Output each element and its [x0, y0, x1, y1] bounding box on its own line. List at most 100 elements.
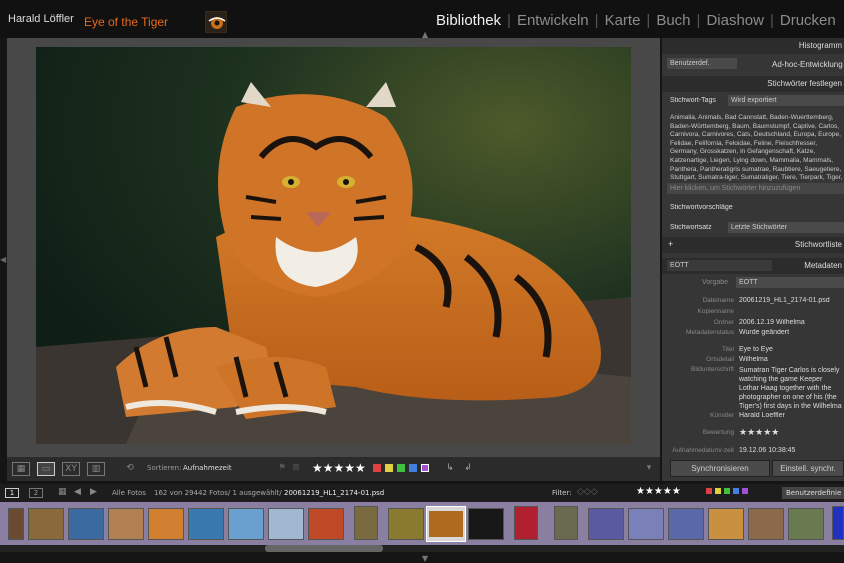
- source-label[interactable]: Alle Fotos: [112, 489, 146, 497]
- main-photo[interactable]: [36, 47, 631, 444]
- filmstrip-thumbnail[interactable]: [788, 508, 824, 540]
- filmstrip-scroll-track[interactable]: [0, 545, 844, 552]
- meta-label-capture-time: Aufnahmedatum/-zeit: [672, 447, 734, 454]
- synchronize-button[interactable]: Synchronisieren: [670, 460, 770, 477]
- rating-stars[interactable]: ★★★★★: [312, 461, 366, 475]
- meta-value-artist[interactable]: Harald Loeffler: [739, 412, 844, 419]
- filmstrip-thumbnail[interactable]: [554, 506, 578, 540]
- filmstrip-thumbnail[interactable]: [354, 506, 378, 540]
- filmstrip-thumbnail[interactable]: [28, 508, 64, 540]
- filmstrip-thumbnail[interactable]: [268, 508, 304, 540]
- metadata-preset-select[interactable]: EOTT: [736, 277, 844, 288]
- meta-label-filename: Dateiname: [702, 297, 734, 304]
- filmstrip-thumbnail[interactable]: [514, 506, 538, 540]
- filmstrip-thumbnail[interactable]: [832, 506, 844, 540]
- filmstrip-thumbnail[interactable]: [708, 508, 744, 540]
- flag-icon[interactable]: ⚑: [277, 462, 287, 476]
- sync-settings-button[interactable]: Einstell. synchr.: [772, 460, 844, 477]
- filter-label-yellow[interactable]: [715, 488, 721, 494]
- filmstrip-thumbnail[interactable]: [188, 508, 224, 540]
- metadata-preset-label: Vorgabe: [702, 279, 729, 286]
- rating-filter[interactable]: ★★★★★: [636, 486, 681, 497]
- rotate-left-icon[interactable]: ↳: [443, 462, 457, 476]
- color-label-red[interactable]: [373, 464, 381, 472]
- module-map[interactable]: Karte: [605, 12, 641, 29]
- color-label-yellow[interactable]: [385, 464, 393, 472]
- filmstrip-thumbnail[interactable]: [628, 508, 664, 540]
- keyword-suggestions-label[interactable]: Stichwortvorschläge: [670, 204, 733, 211]
- filmstrip-scrollbar[interactable]: [265, 545, 383, 552]
- color-label-purple[interactable]: [421, 464, 429, 472]
- sort-label: Sortieren:: [147, 464, 182, 472]
- keywording-header[interactable]: Stichwörter festlegen: [662, 76, 844, 92]
- meta-value-status[interactable]: Wurde geändert: [739, 329, 844, 336]
- meta-value-caption[interactable]: Sumatran Tiger Carlos is closely watchin…: [739, 366, 844, 411]
- filmstrip-thumbnail[interactable]: [388, 508, 424, 540]
- module-develop[interactable]: Entwickeln: [517, 12, 589, 29]
- filmstrip-thumbnail[interactable]: [148, 508, 184, 540]
- filmstrip: [0, 502, 844, 545]
- keyword-list-header[interactable]: Stichwortliste: [662, 237, 844, 253]
- loupe-view-icon[interactable]: ▭: [37, 462, 55, 476]
- main-window-button[interactable]: 1: [5, 488, 19, 498]
- second-window-button[interactable]: 2: [29, 488, 43, 498]
- current-filename[interactable]: 20061219_HL1_2174-01.psd: [284, 489, 384, 497]
- histogram-header[interactable]: Histogramm: [662, 38, 844, 54]
- meta-label-artist: Künstler: [710, 412, 734, 419]
- meta-value-title[interactable]: Eye to Eye: [739, 346, 844, 353]
- module-print[interactable]: Drucken: [780, 12, 836, 29]
- survey-view-icon[interactable]: ▥: [87, 462, 105, 476]
- filter-label-red[interactable]: [706, 488, 712, 494]
- collapse-filmstrip-icon[interactable]: ▼: [422, 554, 428, 563]
- filter-label-blue[interactable]: [733, 488, 739, 494]
- meta-label-copyname: Kopienname: [697, 308, 735, 315]
- quick-develop-header[interactable]: Ad-hoc-Entwicklung: [772, 60, 843, 69]
- filter-preset-select[interactable]: Benutzerdefinie: [782, 487, 844, 499]
- sort-select[interactable]: Aufnahmezeit: [183, 464, 232, 472]
- filmstrip-thumbnail[interactable]: [588, 508, 624, 540]
- filmstrip-thumbnail[interactable]: [108, 508, 144, 540]
- filter-label: Filter:: [552, 489, 572, 497]
- forward-arrow-icon[interactable]: ▶: [90, 487, 97, 497]
- filmstrip-thumbnail[interactable]: [668, 508, 704, 540]
- grid-view-icon[interactable]: ▦: [12, 462, 30, 476]
- keyword-set-select[interactable]: Letzte Stichwörter: [728, 222, 844, 233]
- collapse-left-panel-icon[interactable]: ◀: [0, 255, 6, 264]
- back-arrow-icon[interactable]: ◀: [74, 487, 81, 497]
- identity-plate-user: Harald Löffler: [8, 13, 74, 25]
- rotate-right-icon[interactable]: ↲: [461, 462, 475, 476]
- module-library[interactable]: Bibliothek: [436, 12, 501, 29]
- color-label-green[interactable]: [397, 464, 405, 472]
- keyword-tags-text[interactable]: Animalia, Animals, Bad Cannstatt, Baden-…: [670, 114, 844, 182]
- compare-view-icon[interactable]: XY: [62, 462, 80, 476]
- filter-label-green[interactable]: [724, 488, 730, 494]
- meta-value-rating[interactable]: ★★★★★: [739, 427, 844, 438]
- meta-value-filename[interactable]: 20061219_HL1_2174-01.psd: [739, 297, 844, 304]
- painter-icon[interactable]: ⟲: [121, 462, 139, 476]
- filmstrip-thumbnail[interactable]: [748, 508, 784, 540]
- filmstrip-thumbnail[interactable]: [228, 508, 264, 540]
- reject-flag-icon[interactable]: ⊠: [291, 462, 301, 476]
- meta-value-capture-time[interactable]: 19.12.06 10:38:45: [739, 447, 844, 454]
- meta-label-location: Ortsdetail: [706, 356, 734, 363]
- module-book[interactable]: Buch: [656, 12, 690, 29]
- filmstrip-thumbnail[interactable]: [308, 508, 344, 540]
- quick-develop-preset-select[interactable]: Benutzerdef.: [667, 58, 737, 69]
- module-slideshow[interactable]: Diashow: [706, 12, 764, 29]
- metadata-view-select[interactable]: EOTT: [667, 260, 772, 271]
- meta-value-folder[interactable]: 2006.12.19 Wilhelma: [739, 319, 844, 326]
- filmstrip-thumbnail[interactable]: [68, 508, 104, 540]
- keyword-tags-select[interactable]: Wird exportiert: [728, 95, 844, 106]
- flag-filter-icon[interactable]: ◇◇◇: [577, 487, 598, 497]
- filmstrip-thumbnail[interactable]: [8, 508, 24, 540]
- toolbar-menu-chevron-icon[interactable]: ▾: [643, 462, 655, 476]
- filmstrip-thumbnail-selected[interactable]: [426, 506, 466, 542]
- meta-value-location[interactable]: Wilhelma: [739, 356, 844, 363]
- add-keyword-input[interactable]: Hier klicken, um Stichwörter hinzuzufüge…: [667, 183, 844, 194]
- filmstrip-thumbnail[interactable]: [468, 508, 504, 540]
- color-label-blue[interactable]: [409, 464, 417, 472]
- grid-icon[interactable]: ▦: [58, 487, 67, 497]
- meta-label-status: Metadatenstatus: [685, 329, 734, 336]
- add-keyword-plus-icon[interactable]: +: [668, 239, 673, 249]
- filter-label-purple[interactable]: [742, 488, 748, 494]
